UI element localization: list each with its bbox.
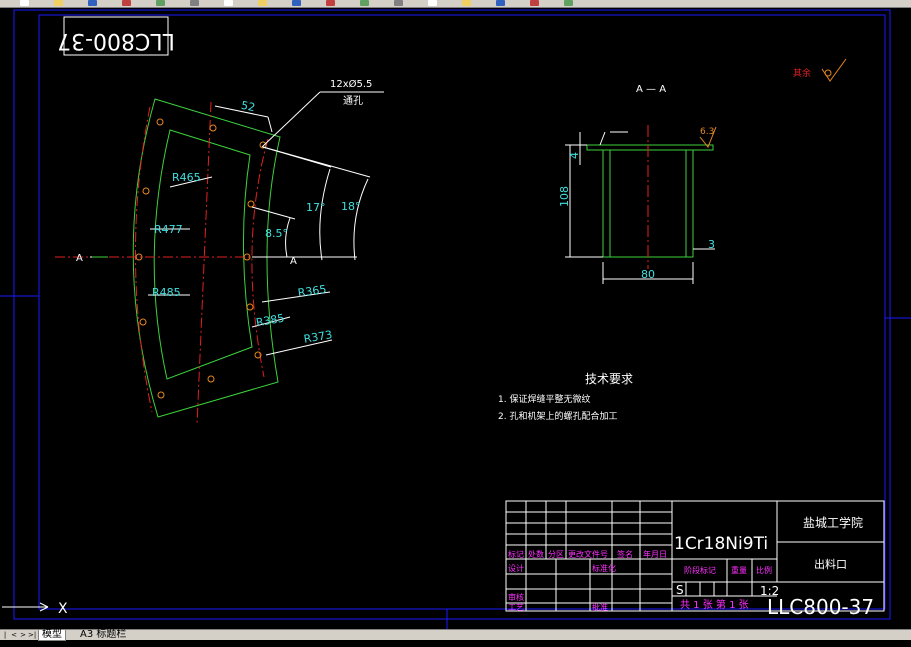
dim-3: 3: [708, 238, 715, 251]
save-icon[interactable]: [88, 0, 97, 6]
section-mark-left: A: [76, 253, 83, 264]
dim-r465: R465: [172, 171, 201, 184]
arc-plate-view: 52 R465 R477 R485 R365 R385 R373 17° 18°…: [55, 78, 384, 426]
tech-item-1: 1. 保证焊缝平整无微纹: [498, 393, 590, 405]
callout-through: 通孔: [343, 95, 363, 107]
scale-value: 1:2: [760, 584, 779, 598]
paste-icon[interactable]: [224, 0, 233, 6]
bolt-circle-inner: [251, 138, 269, 378]
properties-icon[interactable]: [462, 0, 471, 6]
drawing-number: LLC800-37: [767, 595, 874, 619]
plate-outline: [132, 98, 281, 418]
tab-model[interactable]: 模型: [38, 630, 66, 641]
prev-tab-icon[interactable]: <: [10, 631, 18, 639]
copy-icon[interactable]: [190, 0, 199, 6]
zoom-window-icon[interactable]: [394, 0, 403, 6]
layout-tab-bar: |< < > >| 模型 A3 标题栏: [0, 629, 911, 647]
dim-80: 80: [641, 268, 655, 281]
drawing-canvas[interactable]: LLC800-37 52 R465 R477 R485 R365 R385 R3…: [0, 7, 911, 630]
section-title: A — A: [636, 84, 666, 95]
sheet-count: 共 1 张 第 1 张: [680, 598, 749, 611]
hdr-docno: 更改文件号: [568, 549, 608, 559]
hdr-mark: 标记: [508, 549, 524, 559]
dim-8-5: 8.5°: [265, 227, 288, 240]
layer-icon[interactable]: [530, 0, 539, 6]
part-name: 出料口: [814, 557, 847, 571]
stage-value: S: [676, 583, 684, 597]
plate-inner-opening: [153, 129, 253, 380]
tech-requirements: 技术要求 1. 保证焊缝平整无微纹 2. 孔和机架上的螺孔配合加工: [498, 372, 633, 422]
dim-18: 18°: [341, 200, 361, 213]
ucs-x-label: X: [58, 601, 68, 617]
top-stamp-text: LLC800-37: [57, 28, 175, 53]
school-name: 盐城工学院: [803, 515, 863, 530]
top-stamp: LLC800-37: [57, 16, 175, 56]
section-view: A — A 108 80 3 4 6.3: [558, 84, 717, 284]
hdr-design: 设计: [508, 563, 524, 573]
section-mark-right: A: [290, 256, 297, 267]
last-tab-icon[interactable]: >|: [28, 631, 36, 639]
hdr-stage: 阶段标记: [684, 565, 716, 575]
new-icon[interactable]: [20, 0, 29, 6]
remainder-roughness: 其余: [793, 58, 847, 82]
hdr-zone: 分区: [548, 550, 564, 559]
hdr-approve: 批准: [592, 602, 608, 612]
drawing-frame: [0, 9, 911, 630]
bolt-holes: [135, 118, 267, 399]
open-icon[interactable]: [54, 0, 63, 6]
hdr-date: 年月日: [643, 549, 667, 559]
dim-r477: R477: [154, 223, 183, 236]
undo-icon[interactable]: [258, 0, 267, 6]
next-tab-icon[interactable]: >: [19, 631, 27, 639]
print-icon[interactable]: [122, 0, 131, 6]
hdr-review: 审核: [508, 592, 524, 602]
hdr-process: 工艺: [508, 603, 524, 612]
remainder-text: 其余: [793, 67, 811, 79]
dim-r373: R373: [303, 328, 333, 346]
text-style-icon[interactable]: [496, 0, 505, 6]
tech-item-2: 2. 孔和机架上的螺孔配合加工: [498, 410, 617, 422]
hdr-scale: 比例: [756, 565, 772, 575]
hdr-sign: 签名: [617, 549, 633, 559]
roughness-value: 6.3: [700, 127, 714, 137]
material: 1Cr18Ni9Ti: [674, 534, 768, 554]
hdr-count: 处数: [528, 549, 544, 559]
dim-108: 108: [558, 186, 571, 207]
dim-r365: R365: [297, 283, 327, 300]
redo-icon[interactable]: [292, 0, 301, 6]
zoom-previous-icon[interactable]: [428, 0, 437, 6]
hdr-std: 标准化: [592, 563, 616, 573]
ucs-icon: X: [2, 601, 68, 617]
hdr-weight: 重量: [731, 565, 747, 575]
pan-icon[interactable]: [326, 0, 335, 6]
callout-hole-size: 12xØ5.5: [330, 78, 372, 90]
first-tab-icon[interactable]: |<: [1, 631, 9, 647]
dim-4: 4: [568, 152, 581, 159]
dim-r385: R385: [255, 312, 285, 330]
tech-title: 技术要求: [585, 372, 633, 386]
dim-r485: R485: [152, 286, 181, 299]
help-icon[interactable]: [564, 0, 573, 6]
zoom-icon[interactable]: [360, 0, 369, 6]
dim-17: 17°: [306, 201, 326, 214]
cut-icon[interactable]: [156, 0, 165, 6]
